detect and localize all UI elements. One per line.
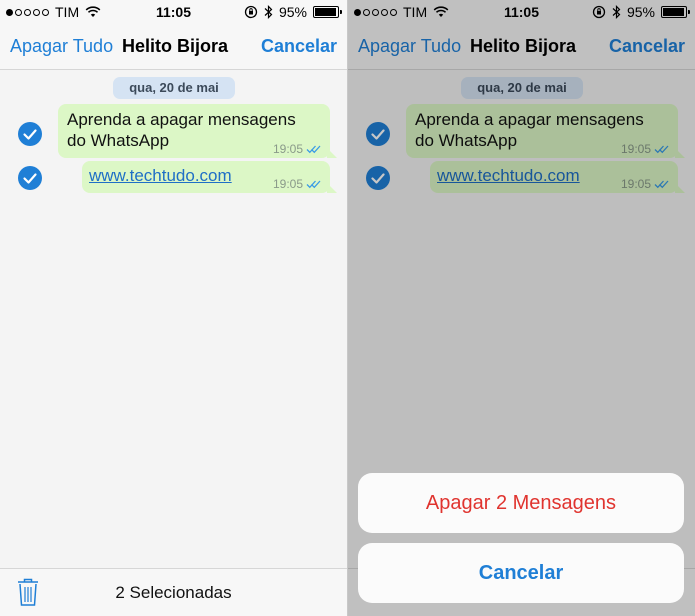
top-bar: TIM 11:05 95% Apagar Tudo Helito Bijora … xyxy=(0,0,347,70)
cancel-button[interactable]: Cancelar xyxy=(261,36,337,57)
contact-name[interactable]: Helito Bijora xyxy=(122,36,228,57)
delete-all-button[interactable]: Apagar Tudo xyxy=(10,36,113,57)
status-bar: TIM 11:05 95% xyxy=(0,0,347,24)
nav-bar: Apagar Tudo Helito Bijora Cancelar xyxy=(0,34,347,60)
message-link[interactable]: www.techtudo.com xyxy=(89,166,232,186)
chat-screen-delete-confirm: TIM 11:05 95% Apagar Tudo Helito Bijora … xyxy=(348,0,695,616)
sheet-cancel-button[interactable]: Cancelar xyxy=(358,543,684,603)
check-icon xyxy=(23,173,37,184)
message-list: qua, 20 de mai Aprenda a apagar mensagen… xyxy=(0,71,347,568)
message-time: 19:05 xyxy=(272,142,303,156)
bluetooth-icon xyxy=(264,5,273,19)
date-separator: qua, 20 de mai xyxy=(113,77,235,99)
orientation-lock-icon xyxy=(244,5,258,19)
message-bubble[interactable]: Aprenda a apagar mensagens do WhatsApp 1… xyxy=(58,104,337,158)
double-check-icon xyxy=(306,180,321,189)
bottom-toolbar: 2 Selecionadas xyxy=(0,568,347,616)
battery-percent: 95% xyxy=(278,4,307,20)
message-meta: 19:05 xyxy=(273,142,322,156)
message-time: 19:05 xyxy=(272,177,303,191)
battery-icon xyxy=(313,6,342,18)
status-right: 95% xyxy=(244,4,342,20)
selection-count: 2 Selecionadas xyxy=(115,583,232,602)
message-meta: 19:05 xyxy=(273,177,322,191)
message-checkbox[interactable] xyxy=(18,166,42,190)
chat-screen-select-mode: TIM 11:05 95% Apagar Tudo Helito Bijora … xyxy=(0,0,347,616)
check-icon xyxy=(23,129,37,140)
delete-messages-button[interactable]: Apagar 2 Mensagens xyxy=(358,473,684,533)
message-checkbox[interactable] xyxy=(18,122,42,146)
message-bubble[interactable]: www.techtudo.com 19:05 xyxy=(82,161,337,193)
double-check-icon xyxy=(306,145,321,154)
